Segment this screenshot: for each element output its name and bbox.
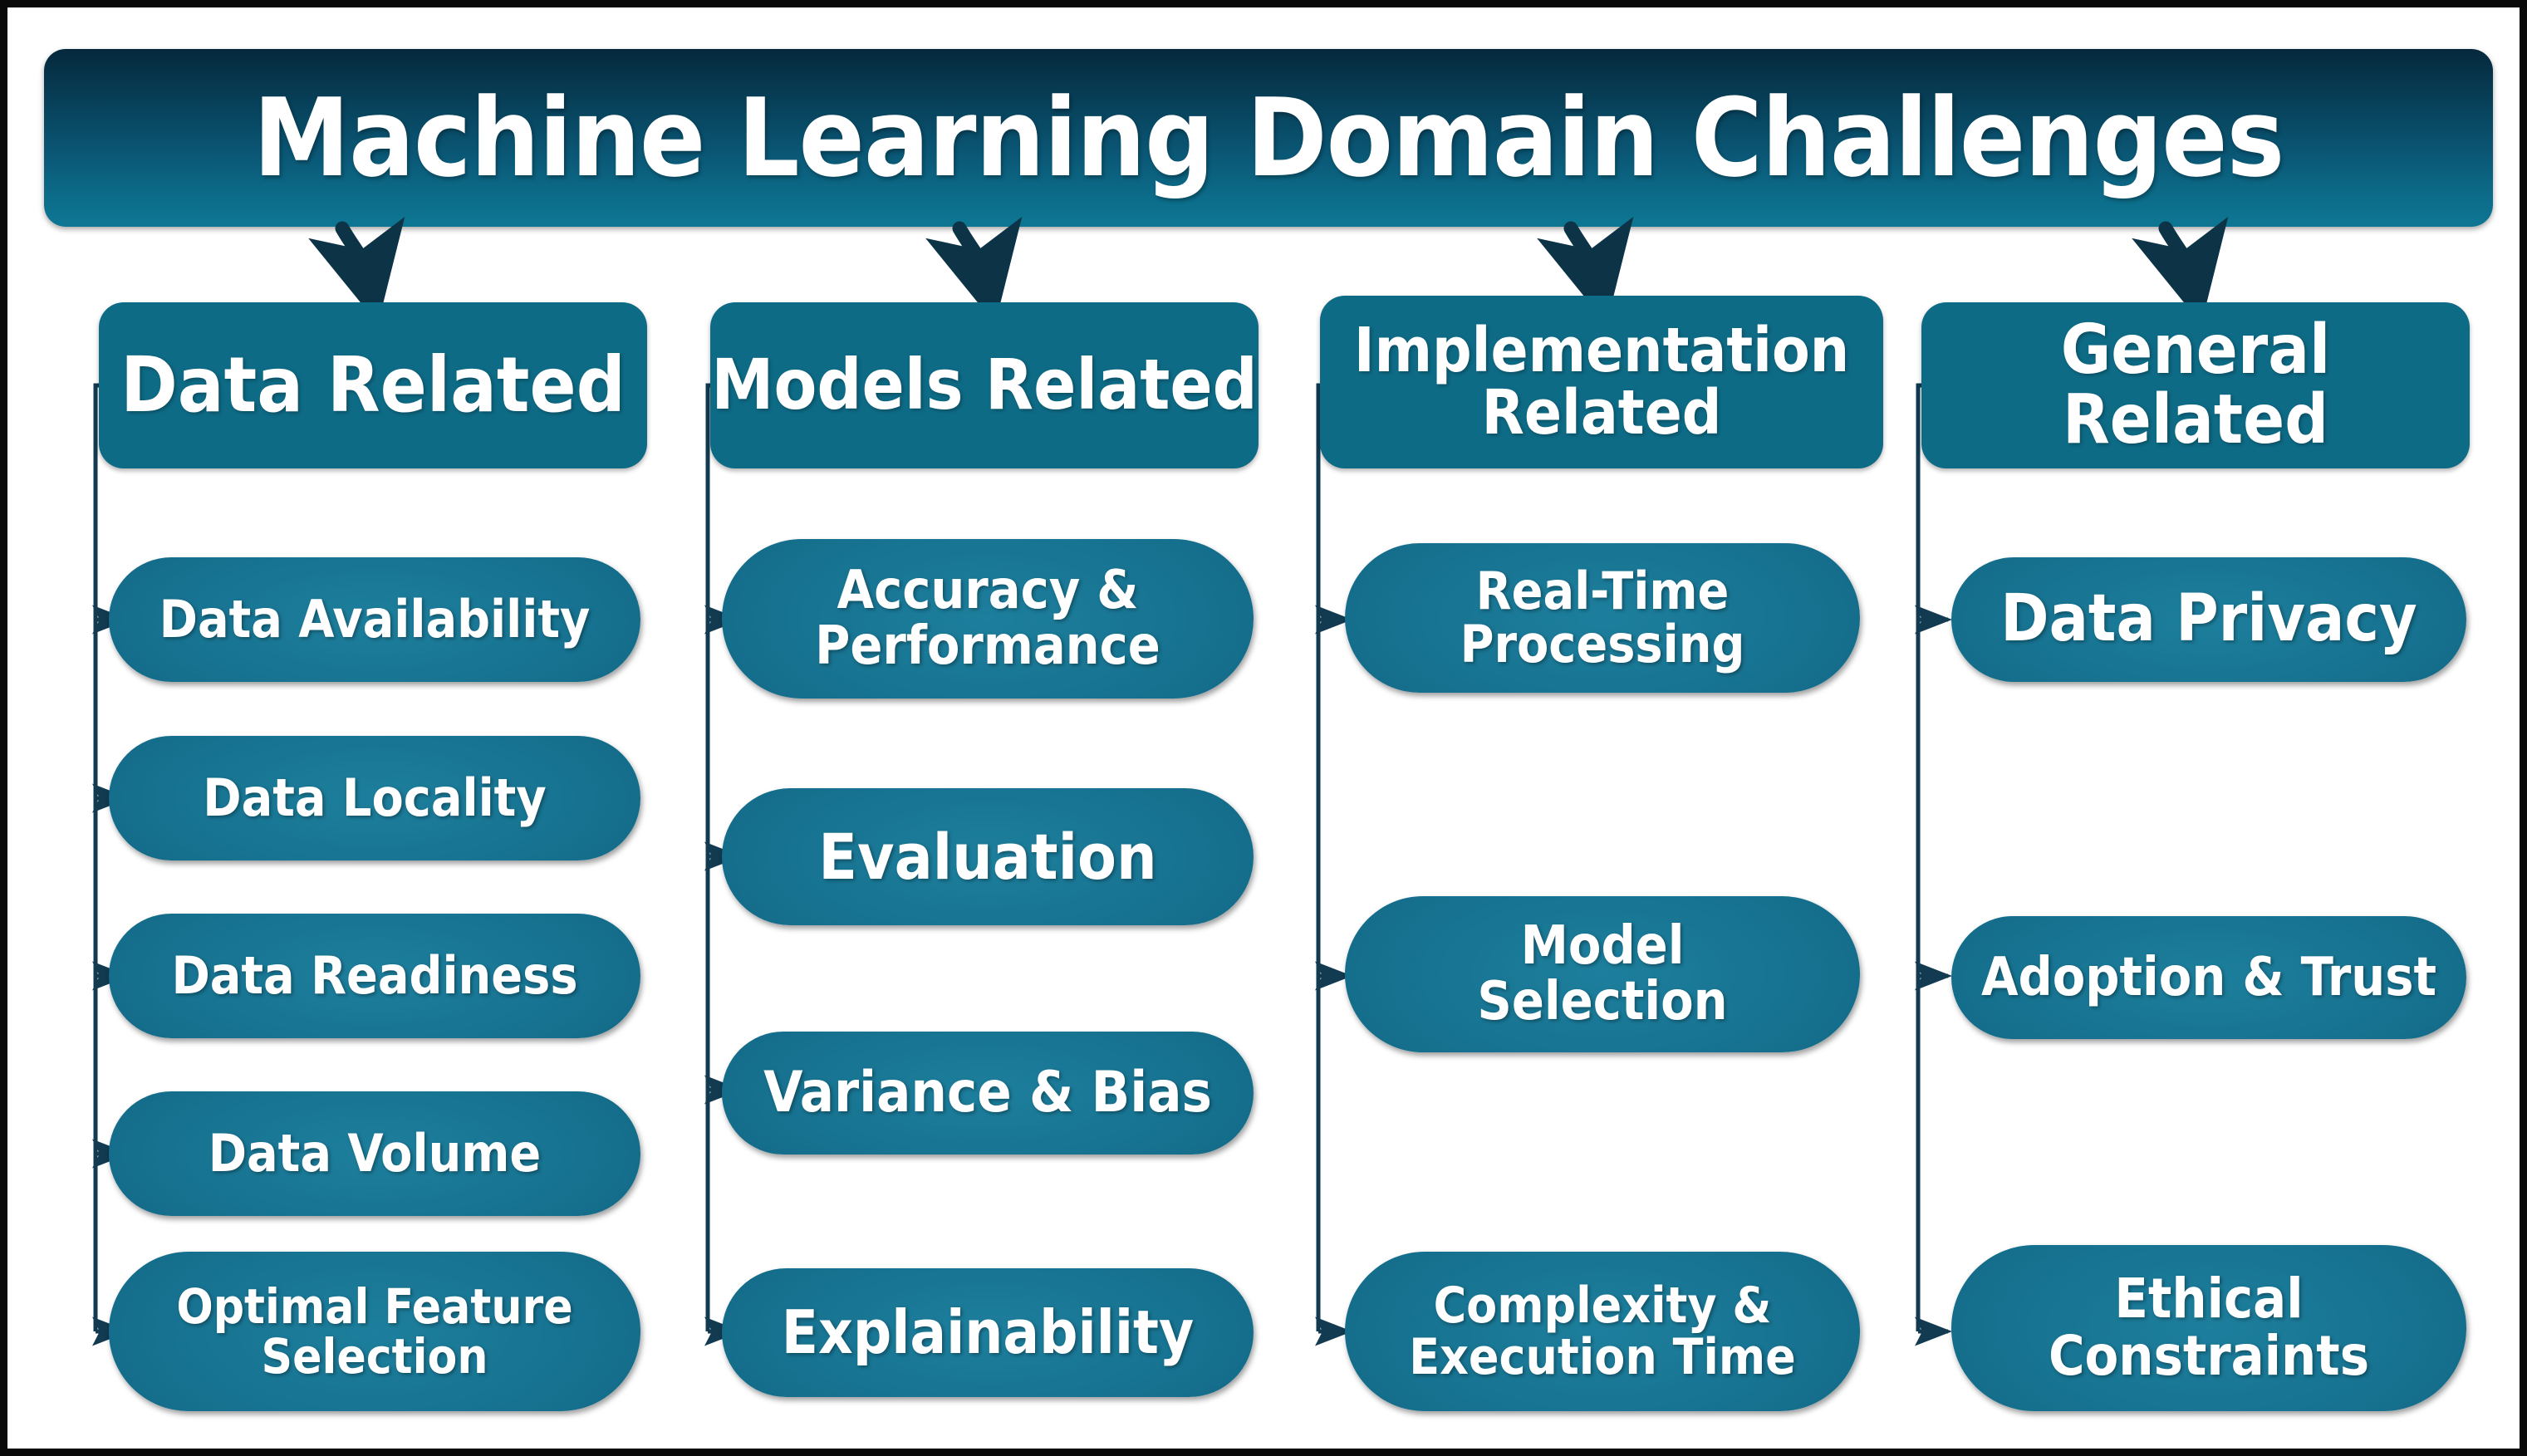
leaf-model-selection[interactable]: Model Selection (1345, 896, 1860, 1052)
leaf-complexity-execution-time-label-line1: Complexity & (1433, 1276, 1772, 1335)
leaf-optimal-feature-selection-label-line2: Selection (261, 1328, 488, 1385)
diagram-title-bar: Machine Learning Domain Challenges (44, 49, 2493, 227)
leaf-data-volume-label: Data Volume (208, 1122, 542, 1184)
leaf-data-availability[interactable]: Data Availability (109, 557, 640, 682)
leaf-ethical-constraints-label-line2: Constraints (2048, 1324, 2370, 1388)
leaf-data-availability-label: Data Availability (159, 588, 591, 650)
arrow-to-general-related (2132, 216, 2229, 325)
arrow-to-implementation-related (1537, 216, 1634, 325)
leaf-evaluation[interactable]: Evaluation (722, 788, 1254, 925)
leaf-variance-bias[interactable]: Variance & Bias (722, 1032, 1254, 1155)
leaf-data-locality[interactable]: Data Locality (109, 736, 640, 860)
leaf-explainability-label: Explainability (781, 1297, 1195, 1368)
header-implementation-related-label-line2: Related (1481, 377, 1722, 449)
leaf-accuracy-performance-label-line1: Accuracy & (837, 560, 1139, 622)
header-models-related-label: Models Related (711, 344, 1258, 426)
leaf-variance-bias-label: Variance & Bias (763, 1059, 1212, 1125)
header-general-related[interactable]: General Related (1921, 302, 2470, 468)
header-models-related[interactable]: Models Related (710, 302, 1259, 468)
leaf-data-readiness-label: Data Readiness (171, 944, 578, 1006)
connectors-col-4 (1915, 383, 1960, 1346)
leaf-model-selection-label-line2: Selection (1477, 971, 1728, 1032)
leaf-real-time-processing-label-line2: Processing (1460, 614, 1745, 674)
leaf-ethical-constraints[interactable]: Ethical Constraints (1951, 1245, 2466, 1411)
leaf-accuracy-performance[interactable]: Accuracy & Performance (722, 539, 1254, 699)
header-data-related-label: Data Related (120, 341, 626, 430)
leaf-optimal-feature-selection[interactable]: Optimal Feature Selection (109, 1252, 640, 1411)
header-general-related-label: General Related (2060, 311, 2331, 459)
leaf-ethical-constraints-label-line1: Ethical (2114, 1267, 2304, 1331)
leaf-model-selection-label-line1: Model (1520, 915, 1685, 978)
leaf-evaluation-label: Evaluation (818, 819, 1157, 894)
leaf-real-time-processing-label-line1: Real-Time (1475, 560, 1730, 621)
leaf-adoption-trust[interactable]: Adoption & Trust (1951, 916, 2466, 1039)
leaf-complexity-execution-time-label-line2: Execution Time (1409, 1328, 1796, 1386)
diagram-frame: Machine Learning Domain Challenges Data … (0, 0, 2527, 1456)
header-implementation-related[interactable]: Implementation Related (1320, 296, 1883, 468)
arrow-to-models-related (925, 216, 1023, 325)
leaf-optimal-feature-selection-label-line1: Optimal Feature (176, 1277, 573, 1335)
leaf-data-readiness[interactable]: Data Readiness (109, 914, 640, 1038)
leaf-data-volume[interactable]: Data Volume (109, 1091, 640, 1216)
leaf-adoption-trust-label: Adoption & Trust (1980, 946, 2437, 1008)
header-data-related[interactable]: Data Related (99, 302, 647, 468)
leaf-real-time-processing[interactable]: Real-Time Processing (1345, 543, 1860, 693)
page-title: Machine Learning Domain Challenges (253, 75, 2285, 201)
leaf-accuracy-performance-label-line2: Performance (815, 615, 1160, 677)
leaf-data-privacy-label: Data Privacy (2000, 581, 2417, 657)
leaf-explainability[interactable]: Explainability (722, 1268, 1254, 1397)
leaf-complexity-execution-time[interactable]: Complexity & Execution Time (1345, 1252, 1860, 1411)
header-implementation-related-label-line1: Implementation (1353, 314, 1850, 386)
arrow-to-data-related (308, 216, 405, 325)
leaf-data-privacy[interactable]: Data Privacy (1951, 557, 2466, 682)
leaf-data-locality-label: Data Locality (203, 767, 547, 828)
connectors-col-3 (1315, 383, 1362, 1346)
